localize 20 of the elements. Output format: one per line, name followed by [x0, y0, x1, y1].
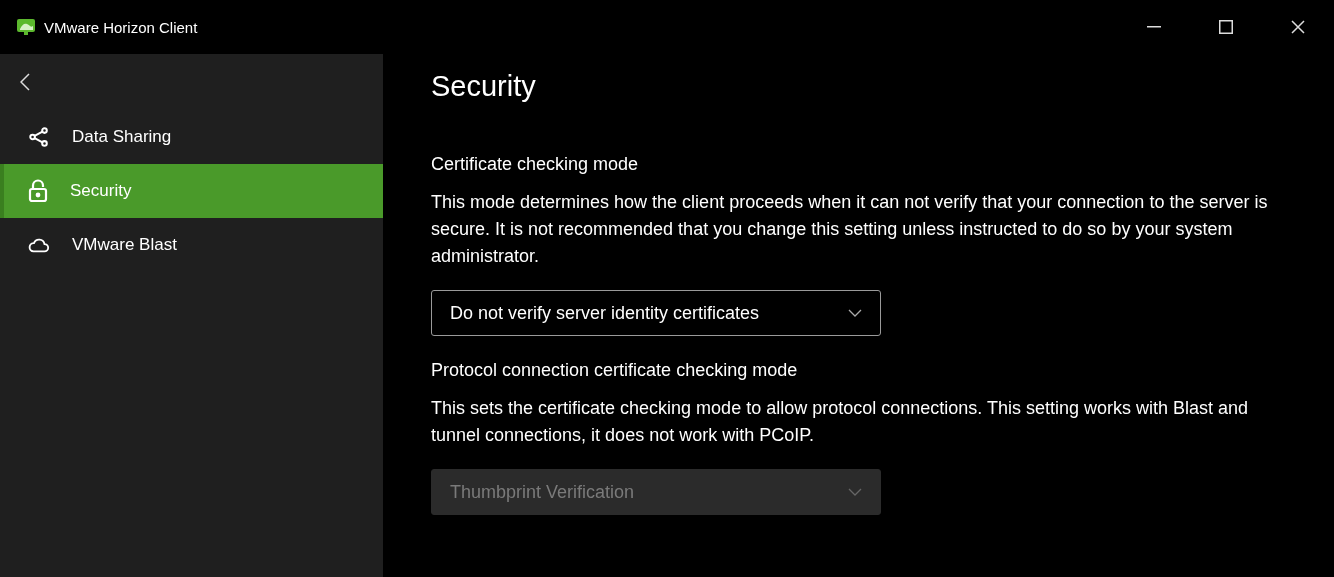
close-icon: [1291, 20, 1305, 34]
sidebar-item[interactable]: Data Sharing: [0, 110, 383, 164]
dropdown[interactable]: Do not verify server identity certificates: [431, 290, 881, 336]
app-logo-icon: [16, 17, 36, 37]
window-title: VMware Horizon Client: [44, 18, 199, 36]
section-label: Protocol connection certificate checking mode: [431, 360, 799, 381]
page-title: Security: [431, 68, 537, 104]
lock-icon: [28, 179, 48, 203]
maximize-icon: [1219, 20, 1233, 34]
share-icon: [28, 126, 50, 148]
sidebar-item[interactable]: Security: [0, 164, 383, 218]
section-label: Certificate checking mode: [431, 154, 640, 175]
back-icon: [20, 73, 30, 91]
section-description: This sets the certificate checking mode to allow protocol connections. This setting works with Blast and tunnel connections, it does not work with PCoIP.: [431, 397, 1250, 447]
section-description: This mode determines how the client proceeds when it can not verify that your connection to the server is secure. It is not recommended that you change this setting unless instructed to do so by your system administrator.: [431, 191, 1269, 268]
cloud-icon: [28, 236, 50, 254]
sidebar-item[interactable]: VMware Blast: [0, 218, 383, 272]
chevron-down-icon: [848, 309, 862, 317]
minimize-icon: [1147, 26, 1161, 28]
chevron-down-icon: [848, 488, 862, 496]
